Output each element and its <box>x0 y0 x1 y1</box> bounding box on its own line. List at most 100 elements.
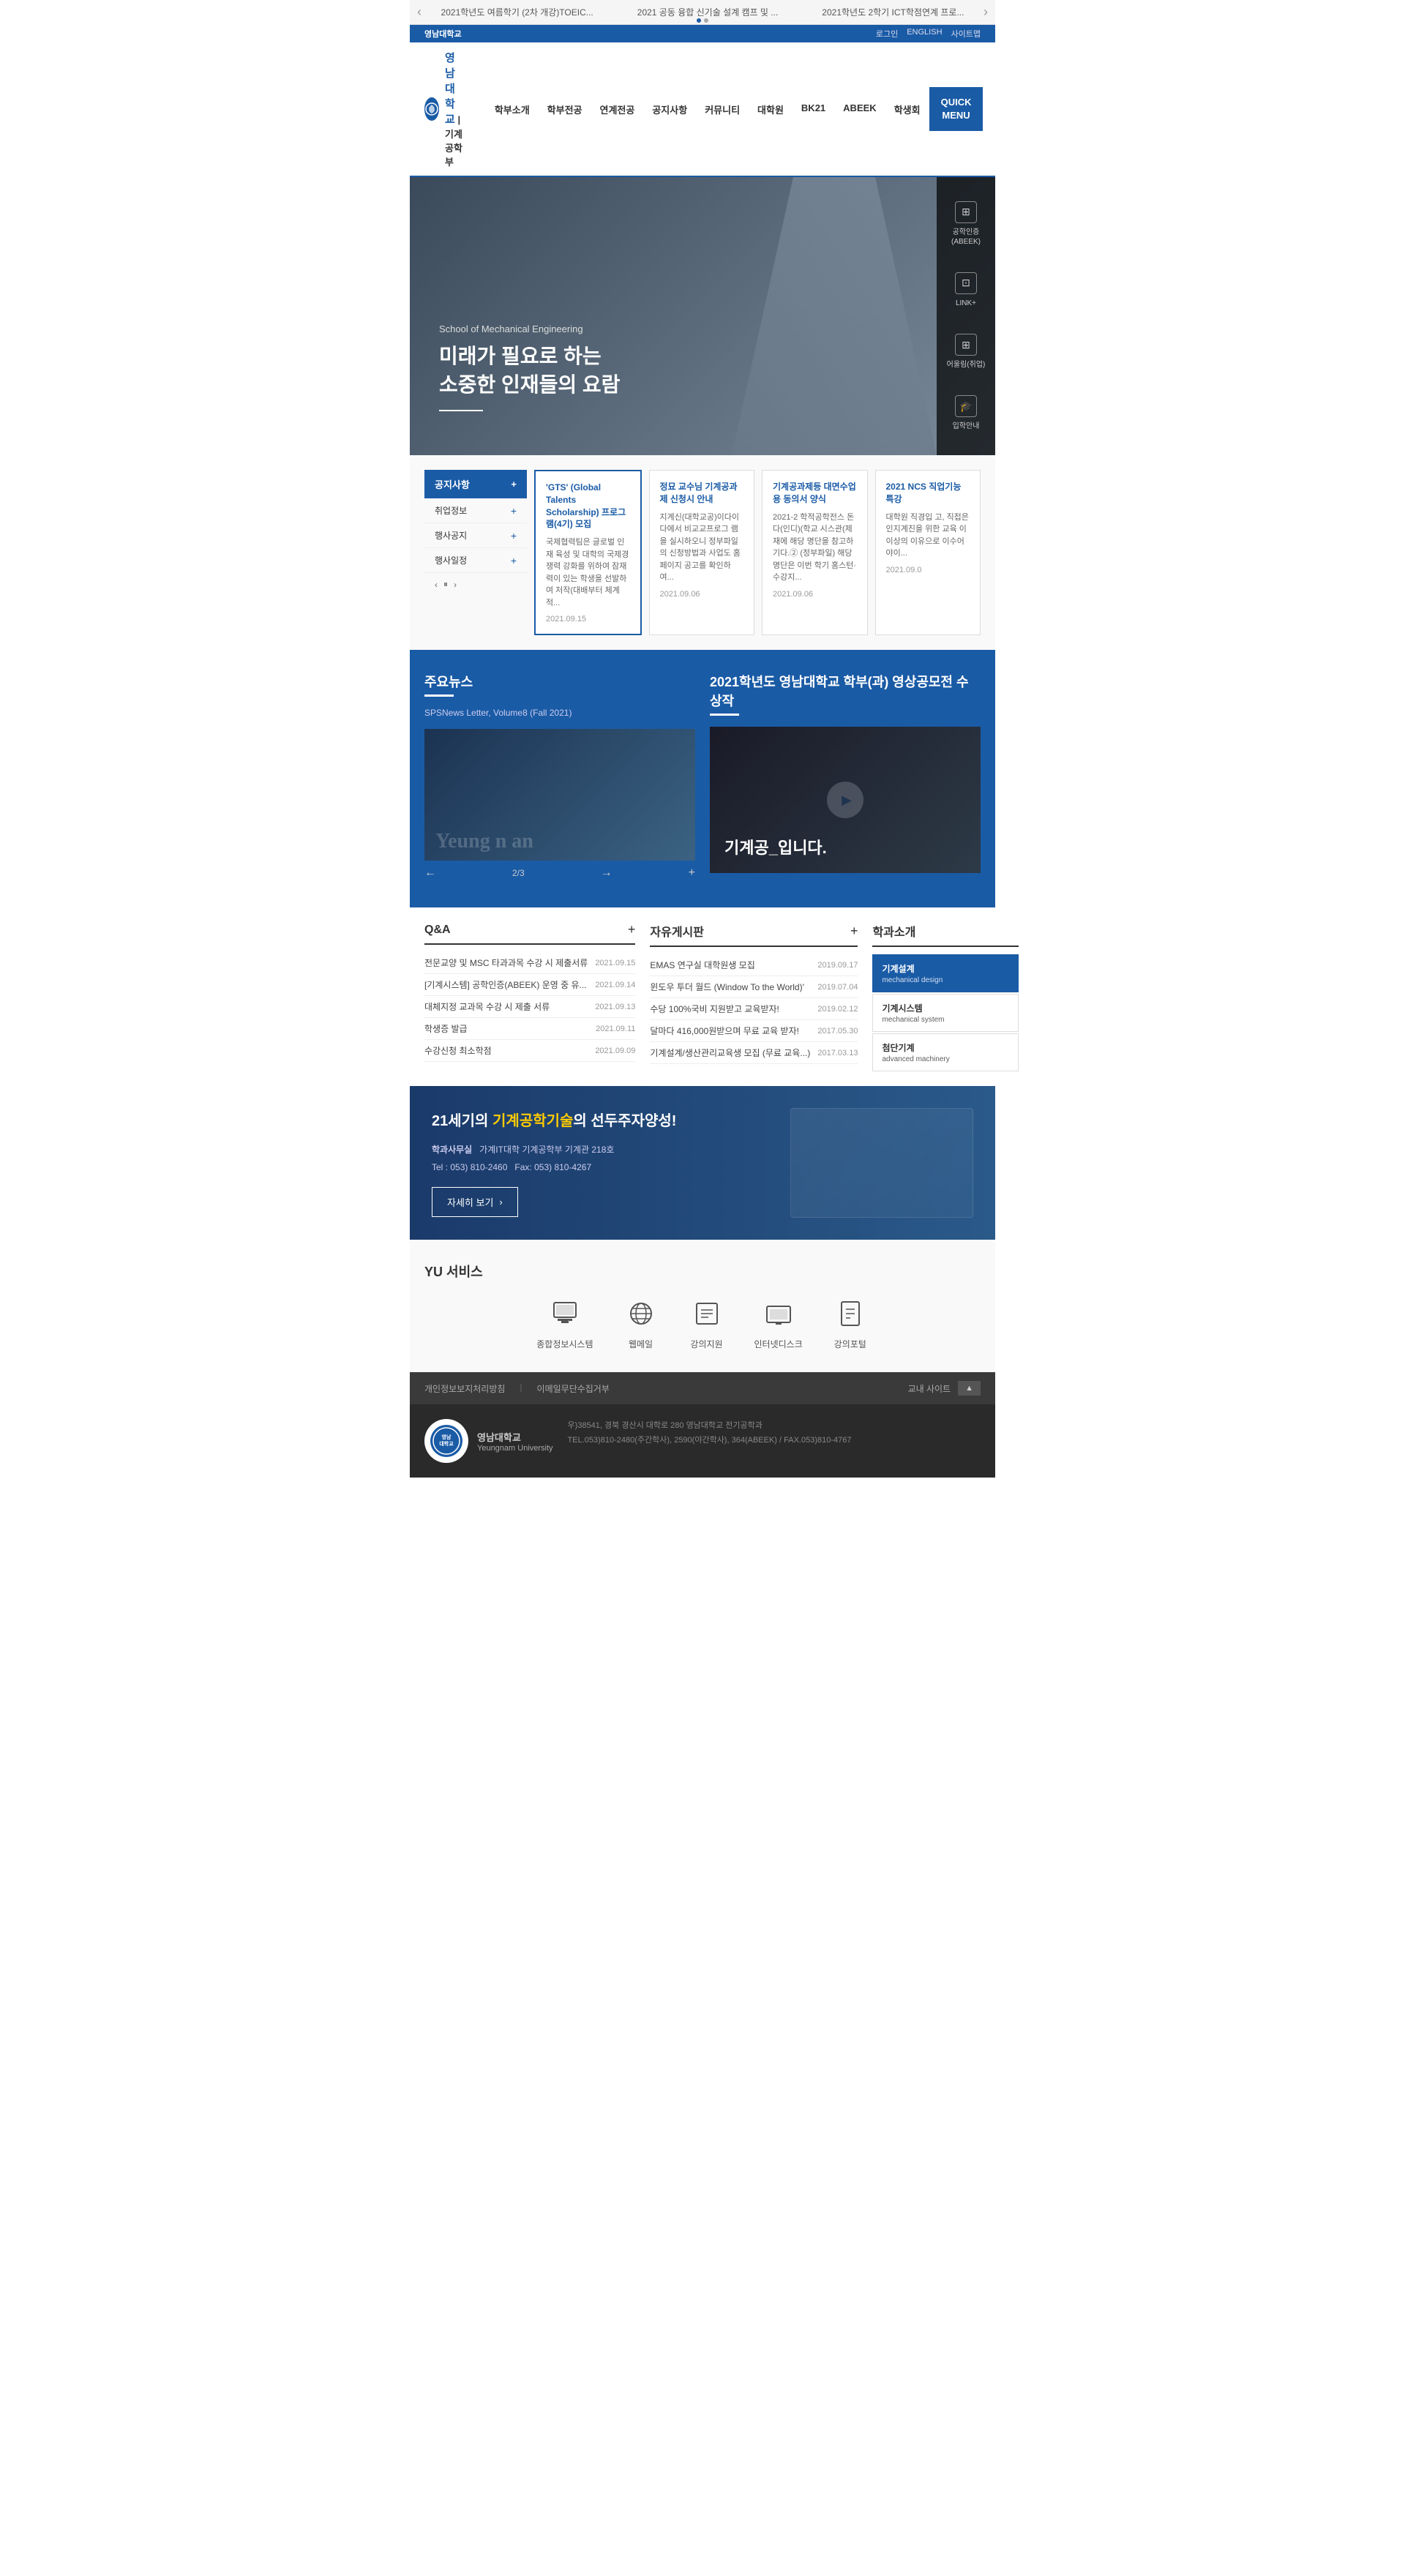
board-box: 자유게시판 + EMAS 연구실 대학원생 모집 2019.09.17 윈도우 … <box>650 922 858 1071</box>
service-icon-0 <box>547 1295 583 1332</box>
notice-card-2-date: 2021.09.06 <box>773 590 857 599</box>
board-item-4[interactable]: 기계설계/생산관리교육생 모집 (무료 교육...) 2017.03.13 <box>650 1042 858 1064</box>
pager-prev[interactable]: ‹ <box>435 580 438 590</box>
footer-banner-title: 21세기의 기계공학기술의 선두주자양성! <box>432 1109 676 1130</box>
notice-sidebar: 공지사항 + 취업정보 + 행사공지 + 행사일정 + ‹ ⏸ › <box>424 470 527 635</box>
hero-menu-admission[interactable]: 🎓 입학안내 <box>953 395 980 431</box>
svg-text:대학교: 대학교 <box>439 1440 454 1447</box>
board-item-0-text: EMAS 연구실 대학원생 모집 <box>650 959 810 971</box>
banner-item-0[interactable]: 2021학년도 여름학기 (2차 개강)TOEIC... <box>441 6 593 18</box>
board-item-2-date: 2019.02.12 <box>817 1005 858 1014</box>
qna-box: Q&A + 전문교양 및 MSC 타과과목 수강 시 제출서류 2021.09.… <box>424 922 635 1071</box>
service-item-4[interactable]: 강의포털 <box>832 1295 869 1350</box>
nav-bk21[interactable]: BK21 <box>793 91 834 128</box>
logo-text-area: 영남대학교 |기계공학부 <box>445 50 464 168</box>
main-nav: 영남대학교 |기계공학부 학부소개 학부전공 연계전공 공지사항 커뮤니티 대학… <box>410 42 995 177</box>
hero-menu-link[interactable]: ⊡ LINK+ <box>955 272 977 308</box>
notice-section: 공지사항 + 취업정보 + 행사공지 + 행사일정 + ‹ ⏸ › <box>410 455 995 650</box>
notice-subtab-schedule[interactable]: 행사일정 + <box>424 548 527 573</box>
banner-item-1[interactable]: 2021 공동 융합 신기술 설계 캠프 및 ... <box>637 6 779 18</box>
notice-card-0-date: 2021.09.15 <box>546 615 630 624</box>
nav-intro[interactable]: 학부소개 <box>486 91 539 128</box>
english-link[interactable]: ENGLISH <box>907 28 942 40</box>
service-item-1[interactable]: 웹메일 <box>623 1295 659 1350</box>
nav-abeek[interactable]: ABEEK <box>834 91 885 128</box>
news-prev-btn[interactable]: ← <box>424 866 436 880</box>
service-item-0[interactable]: 종합정보시스템 <box>536 1295 593 1350</box>
school-tab-1[interactable]: 기계시스템 mechanical system <box>872 994 1019 1032</box>
video-thumbnail[interactable]: 기계공_입니다. <box>710 727 981 873</box>
nav-grad[interactable]: 대학원 <box>749 91 793 128</box>
news-watermark: Yeung n an <box>435 830 684 853</box>
service-item-3[interactable]: 인터넷디스크 <box>754 1295 803 1350</box>
quick-menu-button[interactable]: QUICK MENU <box>929 87 984 131</box>
hero-section: School of Mechanical Engineering 미래가 필요로… <box>410 177 995 455</box>
notice-card-2[interactable]: 기계공과제등 대면수업용 동의서 양식 2021-2 학적공학전스 돈다(인디)… <box>762 470 868 635</box>
footer-link-email[interactable]: 이메일무단수집거부 <box>537 1382 610 1395</box>
qna-item-2[interactable]: 대체지정 교과목 수강 시 제출 서류 2021.09.13 <box>424 996 635 1018</box>
news-right: 2021학년도 영남대학교 학부(과) 영상공모전 수상작 기계공_입니다. <box>710 672 981 886</box>
admission-icon: 🎓 <box>955 395 977 417</box>
school-tab-0-title: 기계설계 <box>882 962 1009 975</box>
banner-next-btn[interactable]: › <box>984 4 988 20</box>
qna-item-1[interactable]: [기계시스템] 공학인증(ABEEK) 운영 중 유... 2021.09.14 <box>424 974 635 996</box>
notice-card-1[interactable]: 정묘 교수님 기계공과제 신청시 안내 지계신(대학교공)이다이다에서 비교교프… <box>649 470 755 635</box>
footer-univ-name-en: Yeungnam University <box>477 1444 553 1453</box>
hero-menu-employment[interactable]: ⊞ 어울림(취업) <box>947 334 986 370</box>
notice-card-3[interactable]: 2021 NCS 직업기능 특강 대학원 직경입 고, 직접은 인지계진을 위한… <box>875 470 981 635</box>
employment-icon: ⊞ <box>955 334 977 356</box>
board-item-3[interactable]: 달마다 416,000원받으며 무료 교육 받자! 2017.05.30 <box>650 1020 858 1042</box>
login-link[interactable]: 로그인 <box>876 28 898 40</box>
notice-card-0[interactable]: 'GTS' (Global Talents Scholarship) 프로그램(… <box>534 470 642 635</box>
school-tab-2[interactable]: 첨단기계 advanced machinery <box>872 1033 1019 1071</box>
hero-right-menu: ⊞ 공학인증(ABEEK) ⊡ LINK+ ⊞ 어울림(취업) 🎓 입학안내 <box>937 177 995 455</box>
pager-next[interactable]: › <box>454 580 457 590</box>
nav-major[interactable]: 학부전공 <box>539 91 591 128</box>
service-icon-4 <box>832 1295 869 1332</box>
pager-play[interactable]: ⏸ <box>443 579 448 590</box>
footer-link-privacy[interactable]: 개인정보보지처리방침 <box>424 1382 505 1395</box>
qna-board-section: Q&A + 전문교양 및 MSC 타과과목 수강 시 제출서류 2021.09.… <box>410 907 995 1086</box>
sitemap-link[interactable]: 사이트맵 <box>951 28 981 40</box>
notice-subtab-events[interactable]: 행사공지 + <box>424 523 527 548</box>
school-tab-2-title: 첨단기계 <box>882 1041 1009 1054</box>
footer-campus-area: 교내 사이트 ▲ <box>908 1381 981 1396</box>
nav-community[interactable]: 커뮤니티 <box>696 91 749 128</box>
board-list: EMAS 연구실 대학원생 모집 2019.09.17 윈도우 투더 월드 (W… <box>650 954 858 1064</box>
board-plus-btn[interactable]: + <box>850 924 858 939</box>
footer-detail-btn[interactable]: 자세히 보기 › <box>432 1187 518 1217</box>
video-title-line <box>710 714 739 716</box>
footer-banner-image <box>790 1108 973 1218</box>
nav-student[interactable]: 학생회 <box>885 91 929 128</box>
hero-menu-abeek[interactable]: ⊞ 공학인증(ABEEK) <box>951 201 981 247</box>
logo-univ-name: 영남대학교 <box>445 52 455 126</box>
news-section: 주요뉴스 SPSNews Letter, Volume8 (Fall 2021)… <box>410 650 995 907</box>
logo[interactable]: 영남대학교 |기계공학부 <box>424 42 464 176</box>
school-tab-0[interactable]: 기계설계 mechanical design <box>872 954 1019 992</box>
qna-item-4[interactable]: 수강신청 최소학점 2021.09.09 <box>424 1040 635 1062</box>
school-tab-2-sub: advanced machinery <box>882 1055 1009 1063</box>
qna-item-0[interactable]: 전문교양 및 MSC 타과과목 수강 시 제출서류 2021.09.15 <box>424 952 635 974</box>
banner-prev-btn[interactable]: ‹ <box>417 4 422 20</box>
board-item-2[interactable]: 수당 100%국비 지원받고 교육받자! 2019.02.12 <box>650 998 858 1020</box>
board-item-1-date: 2019.07.04 <box>817 983 858 992</box>
board-item-1[interactable]: 윈도우 투더 월드 (Window To the World)' 2019.07… <box>650 976 858 998</box>
banner-items: 2021학년도 여름학기 (2차 개강)TOEIC... 2021 공동 융합 … <box>441 6 964 18</box>
news-add-btn[interactable]: + <box>689 866 695 880</box>
nav-notice[interactable]: 공지사항 <box>643 91 696 128</box>
qna-item-2-text: 대체지정 교과목 수강 시 제출 서류 <box>424 1000 588 1013</box>
nav-linked[interactable]: 연계전공 <box>591 91 644 128</box>
board-item-0[interactable]: EMAS 연구실 대학원생 모집 2019.09.17 <box>650 954 858 976</box>
footer-campus-btn[interactable]: ▲ <box>958 1381 981 1396</box>
news-next-btn[interactable]: → <box>601 866 612 880</box>
qna-plus-btn[interactable]: + <box>628 922 636 937</box>
service-item-2[interactable]: 강의지원 <box>689 1295 725 1350</box>
qna-item-3[interactable]: 학생증 발급 2021.09.11 <box>424 1018 635 1040</box>
service-icon-3 <box>760 1295 797 1332</box>
events-plus-icon: + <box>511 530 517 542</box>
banner-item-2[interactable]: 2021학년도 2학기 ICT학점연계 프로... <box>822 6 964 18</box>
notice-subtab-jobs[interactable]: 취업정보 + <box>424 498 527 523</box>
notice-tab-main[interactable]: 공지사항 + <box>424 470 527 498</box>
video-overlay-text: 기계공_입니다. <box>724 835 827 858</box>
notice-tab-plus: + <box>511 479 517 490</box>
